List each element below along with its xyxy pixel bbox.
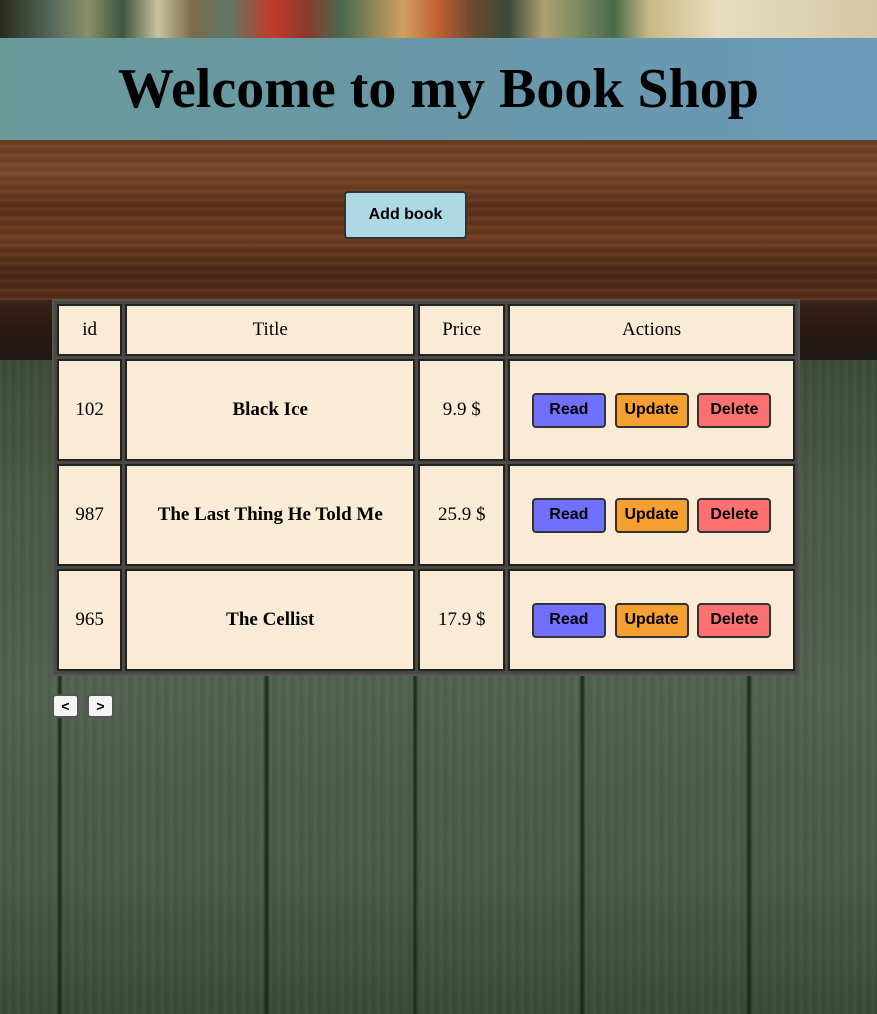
book-title-cell: The Last Thing He Told Me [125, 464, 416, 566]
table-row: 987 The Last Thing He Told Me 25.9 $ Rea… [57, 464, 795, 566]
page-title: Welcome to my Book Shop [118, 58, 759, 120]
column-header-price: Price [418, 304, 506, 356]
delete-button[interactable]: Delete [697, 392, 772, 428]
read-button[interactable]: Read [531, 602, 606, 638]
table-row: 102 Black Ice 9.9 $ Read Update Delete [57, 359, 795, 461]
book-actions-cell: Read Update Delete [508, 569, 795, 671]
book-title-cell: Black Ice [125, 359, 416, 461]
next-page-button[interactable]: > [87, 694, 114, 718]
book-actions-cell: Read Update Delete [508, 359, 795, 461]
book-price-cell: 17.9 $ [418, 569, 506, 671]
book-price-cell: 25.9 $ [418, 464, 506, 566]
column-header-actions: Actions [508, 304, 795, 356]
table-row: 965 The Cellist 17.9 $ Read Update Delet… [57, 569, 795, 671]
delete-button[interactable]: Delete [697, 497, 772, 533]
add-book-button[interactable]: Add book [344, 191, 467, 239]
bookshelf-books-image [0, 0, 877, 40]
column-header-id: id [57, 304, 123, 356]
books-table: id Title Price Actions 102 Black Ice 9.9… [52, 299, 800, 676]
delete-button[interactable]: Delete [697, 602, 772, 638]
table-header-row: id Title Price Actions [57, 304, 795, 356]
book-id-cell: 102 [57, 359, 123, 461]
update-button[interactable]: Update [614, 392, 689, 428]
update-button[interactable]: Update [614, 497, 689, 533]
page-header: Welcome to my Book Shop [0, 38, 877, 140]
update-button[interactable]: Update [614, 602, 689, 638]
book-price-cell: 9.9 $ [418, 359, 506, 461]
book-id-cell: 987 [57, 464, 123, 566]
read-button[interactable]: Read [531, 392, 606, 428]
column-header-title: Title [125, 304, 416, 356]
book-id-cell: 965 [57, 569, 123, 671]
read-button[interactable]: Read [531, 497, 606, 533]
previous-page-button[interactable]: < [52, 694, 79, 718]
book-title-cell: The Cellist [125, 569, 416, 671]
book-actions-cell: Read Update Delete [508, 464, 795, 566]
